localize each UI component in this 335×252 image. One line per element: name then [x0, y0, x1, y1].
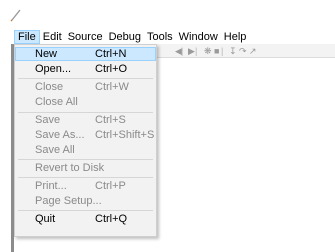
- bug-icon[interactable]: ❋: [204, 46, 212, 56]
- menu-item-label: New: [35, 48, 58, 60]
- menu-tools[interactable]: Tools: [144, 30, 176, 44]
- menu-debug[interactable]: Debug: [106, 30, 144, 44]
- menu-item-shortcut: Ctrl+O: [95, 63, 128, 75]
- menu-separator: [18, 210, 153, 211]
- menu-item-label: Close All: [35, 96, 78, 108]
- menu-item-label: Save As...: [35, 129, 85, 141]
- menu-separator: [18, 78, 153, 79]
- menu-item-open[interactable]: Open... Ctrl+O: [15, 62, 156, 76]
- play-icon[interactable]: ▶: [188, 46, 195, 56]
- app-icon: [10, 9, 21, 22]
- toolbar-divider: |: [221, 46, 224, 56]
- toolbar-divider: |: [181, 46, 184, 56]
- menu-separator: [18, 177, 153, 178]
- menu-item-shortcut: Ctrl+Q: [95, 213, 128, 225]
- menu-item-close[interactable]: Close Ctrl+W: [15, 80, 156, 94]
- menu-item-shortcut: Ctrl+W: [95, 81, 129, 93]
- menu-item-label: Page Setup...: [35, 195, 102, 207]
- menu-item-label: Save All: [35, 144, 75, 156]
- step-into-icon[interactable]: ↧: [229, 46, 237, 56]
- menu-item-new[interactable]: New Ctrl+N: [15, 47, 156, 61]
- menu-bar: File Edit Source Debug Tools Window Help: [14, 30, 335, 44]
- step-out-icon[interactable]: ↗: [249, 46, 257, 56]
- menu-item-label: Quit: [35, 213, 56, 225]
- menu-item-page-setup[interactable]: Page Setup...: [15, 194, 156, 208]
- menu-item-label: Print...: [35, 180, 67, 192]
- title-bar: [0, 0, 335, 30]
- menu-item-label: Save: [35, 114, 61, 126]
- stop-icon[interactable]: ■: [214, 46, 219, 56]
- toolbar-divider: |: [195, 46, 198, 56]
- menu-window[interactable]: Window: [176, 30, 221, 44]
- menu-item-save-all[interactable]: Save All: [15, 143, 156, 157]
- menu-item-close-all[interactable]: Close All: [15, 95, 156, 109]
- menu-item-revert-to-disk[interactable]: Revert to Disk: [15, 161, 156, 175]
- menu-item-save[interactable]: Save Ctrl+S: [15, 113, 156, 127]
- menu-edit[interactable]: Edit: [40, 30, 65, 44]
- menu-item-shortcut: Ctrl+S: [95, 114, 126, 126]
- menu-item-label: Revert to Disk: [35, 162, 105, 174]
- file-menu-dropdown: New Ctrl+N Open... Ctrl+O Close Ctrl+W C…: [14, 44, 157, 237]
- menu-item-shortcut: Ctrl+Shift+S: [95, 129, 155, 141]
- menu-item-quit[interactable]: Quit Ctrl+Q: [15, 212, 156, 226]
- menu-source[interactable]: Source: [65, 30, 106, 44]
- menu-item-label: Close: [35, 81, 64, 93]
- menu-item-save-as[interactable]: Save As... Ctrl+Shift+S: [15, 128, 156, 142]
- menu-item-shortcut: Ctrl+P: [95, 180, 126, 192]
- menu-help[interactable]: Help: [221, 30, 250, 44]
- step-over-icon[interactable]: ↷: [239, 46, 247, 56]
- menu-item-print[interactable]: Print... Ctrl+P: [15, 179, 156, 193]
- menu-file[interactable]: File: [14, 30, 40, 44]
- menu-item-label: Open...: [35, 63, 72, 75]
- menu-separator: [18, 159, 153, 160]
- menu-item-shortcut: Ctrl+N: [95, 48, 127, 60]
